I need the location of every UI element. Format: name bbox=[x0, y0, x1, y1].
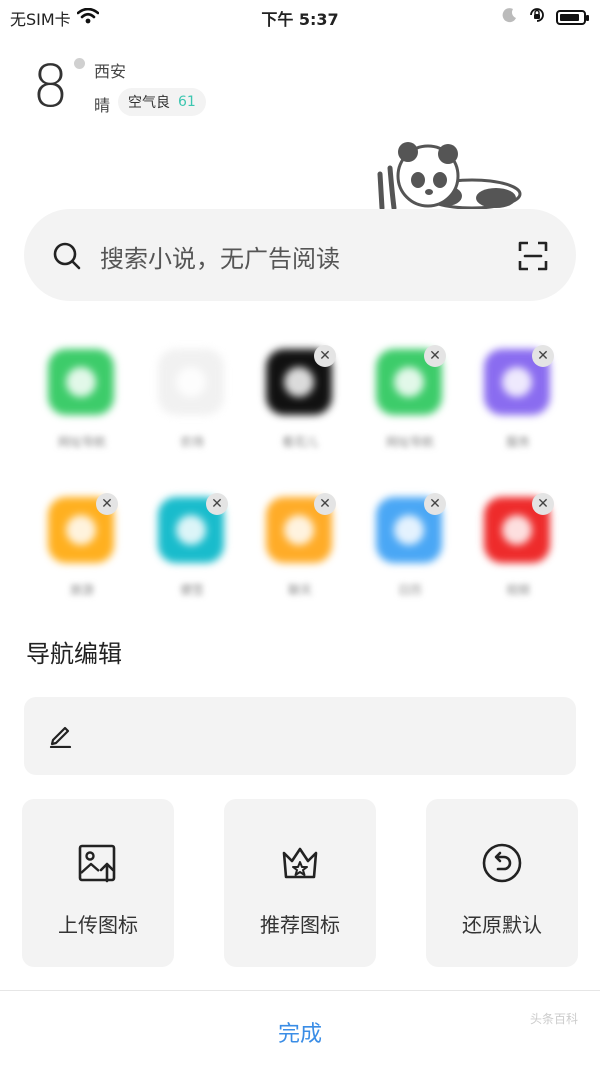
search-icon bbox=[52, 241, 82, 275]
recommend-icon-button[interactable]: 推荐图标 bbox=[224, 799, 376, 967]
nav-name-field[interactable] bbox=[24, 697, 576, 775]
section-title: 导航编辑 bbox=[26, 640, 122, 668]
degree-dot bbox=[74, 58, 85, 69]
app-tile[interactable]: 网址导航 bbox=[28, 345, 136, 465]
app-label: 网址导航 bbox=[385, 435, 434, 449]
panda-illustration bbox=[376, 140, 526, 216]
app-label: 网址导航 bbox=[57, 435, 106, 449]
app-icon-glyph bbox=[66, 367, 96, 397]
air-quality-badge: 空气良 61 bbox=[118, 88, 206, 116]
app-tile[interactable]: 服务 ✕ bbox=[464, 345, 572, 465]
app-icon-glyph bbox=[502, 367, 532, 397]
done-button[interactable]: 完成 bbox=[0, 1016, 600, 1048]
status-bar: 无SIM卡 下午 5:37 bbox=[0, 0, 600, 32]
remove-app-close-icon[interactable]: ✕ bbox=[532, 493, 554, 515]
crown-star-icon bbox=[280, 843, 320, 887]
restore-icon bbox=[482, 843, 522, 887]
app-tile[interactable]: 网址导航 ✕ bbox=[356, 345, 464, 465]
app-label: 看花儿 bbox=[281, 435, 318, 449]
app-icon-glyph bbox=[284, 515, 314, 545]
app-icon-glyph bbox=[394, 367, 424, 397]
remove-app-close-icon[interactable]: ✕ bbox=[314, 345, 336, 367]
app-icon bbox=[48, 349, 114, 415]
upload-icon-button[interactable]: 上传图标 bbox=[22, 799, 174, 967]
app-label: 旅游 bbox=[69, 583, 94, 597]
app-icon-glyph bbox=[66, 515, 96, 545]
search-bar[interactable]: 搜索小说，无广告阅读 bbox=[24, 209, 576, 301]
remove-app-close-icon[interactable]: ✕ bbox=[424, 345, 446, 367]
app-icon-glyph bbox=[394, 515, 424, 545]
recommend-icon-label: 推荐图标 bbox=[260, 913, 340, 937]
remove-app-close-icon[interactable]: ✕ bbox=[96, 493, 118, 515]
app-icon-glyph bbox=[176, 367, 206, 397]
battery-icon bbox=[556, 9, 589, 25]
footer-divider bbox=[0, 990, 600, 991]
app-icon-glyph bbox=[284, 367, 314, 397]
app-icon-glyph bbox=[502, 515, 532, 545]
app-tile[interactable]: 农场 bbox=[138, 345, 246, 465]
app-label: 视频 bbox=[505, 583, 530, 597]
rotation-lock-icon bbox=[528, 6, 546, 28]
upload-icon-label: 上传图标 bbox=[58, 913, 138, 937]
app-label: 聊天 bbox=[287, 583, 312, 597]
app-label: 日历 bbox=[397, 583, 422, 597]
scan-icon[interactable] bbox=[518, 241, 548, 275]
remove-app-close-icon[interactable]: ✕ bbox=[424, 493, 446, 515]
status-right-group bbox=[502, 6, 589, 28]
aqi-label: 空气良 bbox=[128, 95, 170, 111]
image-upload-icon bbox=[78, 843, 118, 887]
app-tile[interactable]: 聊天 ✕ bbox=[246, 493, 354, 613]
app-tile[interactable]: 便签 ✕ bbox=[138, 493, 246, 613]
aqi-value: 61 bbox=[178, 94, 196, 110]
city-name: 西安 bbox=[94, 62, 127, 81]
remove-app-close-icon[interactable]: ✕ bbox=[532, 345, 554, 367]
app-grid: 网址导航 农场 看花儿 ✕ 网址导航 ✕ 服务 ✕ 旅游 ✕ 便签 ✕ 聊天 ✕ 日历 ✕ 视频 ✕ bbox=[28, 345, 572, 615]
remove-app-close-icon[interactable]: ✕ bbox=[314, 493, 336, 515]
moon-icon bbox=[502, 7, 518, 27]
app-tile[interactable]: 日历 ✕ bbox=[356, 493, 464, 613]
app-tile[interactable]: 看花儿 ✕ bbox=[246, 345, 354, 465]
weather-condition: 晴 bbox=[94, 96, 111, 115]
app-tile[interactable]: 旅游 ✕ bbox=[28, 493, 136, 613]
temperature: 8 bbox=[32, 52, 69, 120]
app-icon-glyph bbox=[176, 515, 206, 545]
watermark: 头条百科 bbox=[529, 1012, 578, 1026]
restore-default-label: 还原默认 bbox=[462, 913, 542, 937]
app-tile[interactable]: 视频 ✕ bbox=[464, 493, 572, 613]
app-icon bbox=[158, 349, 224, 415]
app-label: 服务 bbox=[505, 435, 530, 449]
app-label: 农场 bbox=[179, 435, 204, 449]
pencil-icon bbox=[48, 722, 74, 752]
app-label: 便签 bbox=[179, 583, 204, 597]
search-placeholder: 搜索小说，无广告阅读 bbox=[100, 245, 340, 273]
restore-default-button[interactable]: 还原默认 bbox=[426, 799, 578, 967]
remove-app-close-icon[interactable]: ✕ bbox=[206, 493, 228, 515]
